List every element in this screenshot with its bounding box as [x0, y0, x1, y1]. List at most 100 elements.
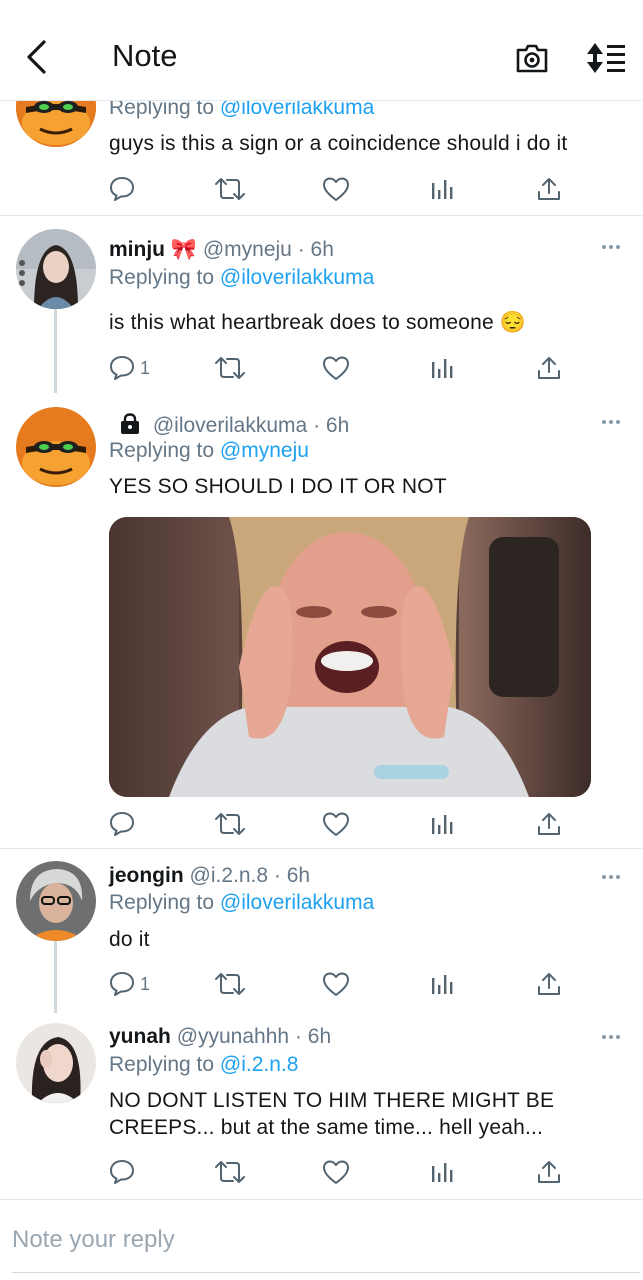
- note-item[interactable]: @iloverilakkuma · 6h Replying to @myneju…: [0, 393, 643, 848]
- more-options-button[interactable]: [596, 237, 626, 257]
- like-button[interactable]: [322, 1154, 350, 1190]
- avatar[interactable]: [16, 861, 96, 941]
- like-button[interactable]: [322, 806, 350, 842]
- like-button[interactable]: [322, 350, 350, 386]
- action-bar: 1: [0, 966, 643, 1002]
- timestamp: 6h: [307, 1025, 332, 1048]
- views-button[interactable]: [430, 806, 454, 842]
- avatar[interactable]: [16, 101, 96, 147]
- mention-link[interactable]: @iloverilakkuma: [220, 266, 374, 289]
- bar-chart-icon: [432, 815, 453, 834]
- repost-button[interactable]: [214, 1154, 246, 1190]
- more-options-button[interactable]: [596, 867, 626, 887]
- bar-chart-icon: [432, 180, 453, 199]
- name-emoji: 🎀: [170, 238, 197, 261]
- handle[interactable]: @myneju: [203, 238, 292, 261]
- input-underline: [12, 1272, 640, 1273]
- views-button[interactable]: [430, 171, 454, 207]
- sort-button[interactable]: [582, 36, 630, 80]
- timestamp: 6h: [310, 238, 334, 261]
- notes-thread[interactable]: Replying to @iloverilakkuma guys is this…: [0, 101, 643, 1199]
- display-name[interactable]: yunah: [109, 1025, 171, 1048]
- display-name[interactable]: jeongin: [109, 864, 184, 887]
- camera-button[interactable]: [510, 36, 554, 80]
- reply-count: 1: [140, 973, 151, 994]
- repost-icon: [215, 813, 245, 835]
- share-button[interactable]: [536, 966, 562, 1002]
- note-text-line: NO DONT LISTEN TO HIM THERE MIGHT BE: [109, 1089, 555, 1112]
- share-button[interactable]: [536, 806, 562, 842]
- reply-button[interactable]: [108, 171, 140, 207]
- note-text: NO DONT LISTEN TO HIM THERE MIGHT BE CRE…: [109, 1087, 554, 1141]
- comment-icon: [110, 972, 134, 996]
- lock-icon: [121, 413, 139, 434]
- reply-button[interactable]: [108, 806, 140, 842]
- more-options-button[interactable]: [596, 1027, 626, 1047]
- note-item[interactable]: Replying to @iloverilakkuma guys is this…: [0, 101, 643, 215]
- handle[interactable]: @iloverilakkuma: [153, 414, 307, 437]
- reply-input[interactable]: [12, 1220, 622, 1260]
- mention-link[interactable]: @i.2.n.8: [220, 1053, 299, 1076]
- timestamp: 6h: [286, 864, 311, 887]
- note-item[interactable]: minju 🎀 @myneju · 6h Replying to @ilover…: [0, 216, 643, 393]
- bar-chart-icon: [432, 975, 453, 994]
- repost-icon: [215, 178, 245, 200]
- repost-button[interactable]: [214, 966, 246, 1002]
- author-line: jeongin @i.2.n.8 · 6h: [109, 864, 311, 887]
- comment-icon: [110, 177, 134, 201]
- heart-icon: [323, 812, 349, 836]
- note-text-line: CREEPS... but at the same time... hell y…: [109, 1116, 544, 1139]
- action-bar: [0, 171, 643, 207]
- share-button[interactable]: [536, 171, 562, 207]
- author-line: yunah @yyunahhh · 6h: [109, 1025, 332, 1048]
- more-options-button[interactable]: [596, 412, 626, 432]
- repost-button[interactable]: [214, 350, 246, 386]
- like-button[interactable]: [322, 966, 350, 1002]
- avatar[interactable]: [16, 407, 96, 487]
- mention-link[interactable]: @myneju: [220, 439, 309, 462]
- reply-button[interactable]: [108, 1154, 140, 1190]
- repost-button[interactable]: [214, 806, 246, 842]
- views-button[interactable]: [430, 1154, 454, 1190]
- heart-icon: [323, 356, 349, 380]
- attached-image[interactable]: [109, 517, 591, 797]
- share-button[interactable]: [536, 1154, 562, 1190]
- handle[interactable]: @yyunahhh: [177, 1025, 289, 1048]
- note-item[interactable]: yunah @yyunahhh · 6h Replying to @i.2.n.…: [0, 1011, 643, 1199]
- views-button[interactable]: [430, 966, 454, 1002]
- sort-icon: [587, 43, 625, 73]
- heart-icon: [323, 1160, 349, 1184]
- share-icon: [538, 973, 560, 995]
- action-bar: 1: [0, 350, 643, 386]
- comment-icon: [110, 1160, 134, 1184]
- note-text: YES SO SHOULD I DO IT OR NOT: [109, 475, 447, 498]
- display-name[interactable]: minju: [109, 238, 165, 261]
- note-text: do it: [109, 928, 150, 951]
- replying-to: Replying to @i.2.n.8: [109, 1053, 299, 1076]
- reply-button[interactable]: 1: [108, 966, 150, 1002]
- mention-link[interactable]: @iloverilakkuma: [220, 891, 374, 914]
- mention-link[interactable]: @iloverilakkuma: [220, 101, 374, 119]
- reply-button[interactable]: 1: [108, 350, 150, 386]
- crying-girl-photo: [109, 517, 591, 797]
- share-icon: [538, 178, 560, 200]
- share-icon: [538, 357, 560, 379]
- views-button[interactable]: [430, 350, 454, 386]
- yunah-avatar-image: [16, 1023, 96, 1103]
- back-button[interactable]: [14, 34, 58, 80]
- bee-avatar-image: [16, 407, 96, 487]
- author-line: minju 🎀 @myneju · 6h: [109, 238, 334, 261]
- handle[interactable]: @i.2.n.8: [190, 864, 269, 887]
- action-bar: [0, 1154, 643, 1190]
- author-line: @iloverilakkuma · 6h: [109, 413, 349, 438]
- avatar[interactable]: [16, 1023, 96, 1103]
- share-icon: [538, 813, 560, 835]
- avatar[interactable]: [16, 229, 96, 309]
- like-button[interactable]: [322, 171, 350, 207]
- repost-button[interactable]: [214, 171, 246, 207]
- top-bar: Note: [0, 0, 643, 101]
- comment-icon: [110, 812, 134, 836]
- replying-to: Replying to @iloverilakkuma: [109, 891, 375, 914]
- note-item[interactable]: jeongin @i.2.n.8 · 6h Replying to @ilove…: [0, 849, 643, 1013]
- share-button[interactable]: [536, 350, 562, 386]
